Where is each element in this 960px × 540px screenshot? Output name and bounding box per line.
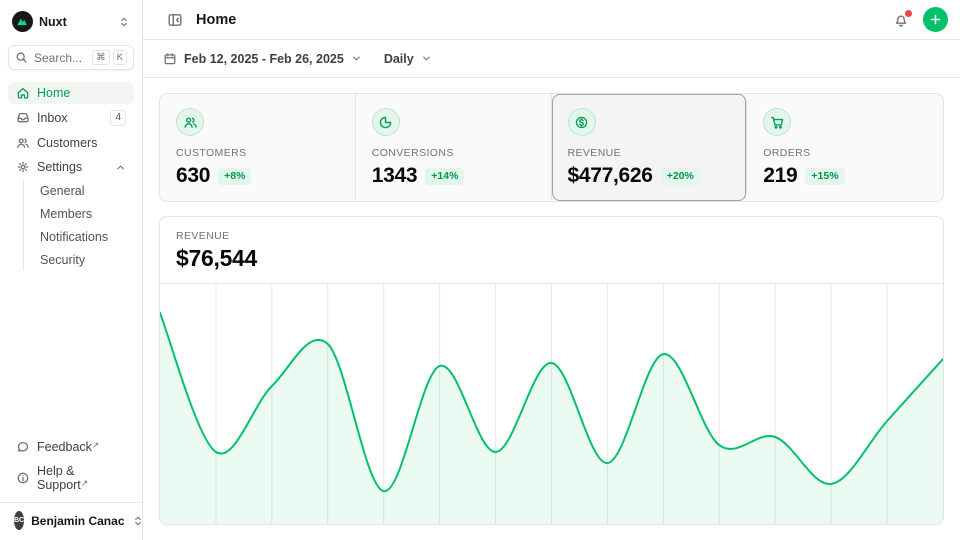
add-button[interactable] — [923, 7, 948, 32]
sidebar-item-home[interactable]: Home — [8, 82, 134, 104]
chevron-down-icon — [351, 53, 362, 64]
stat-card-conversions[interactable]: CONVERSIONS 1343 +14% — [356, 94, 552, 201]
kbd-cmd: ⌘ — [92, 50, 110, 65]
user-name: Benjamin Canac — [31, 514, 124, 528]
calendar-icon — [163, 52, 177, 66]
users-icon — [16, 136, 30, 150]
sidebar-item-label: Customers — [37, 136, 126, 150]
chart-value: $76,544 — [176, 245, 927, 272]
sidebar: Nuxt Search... ⌘K Home — [0, 0, 143, 540]
stat-delta-badge: +8% — [218, 168, 251, 185]
info-icon — [16, 471, 30, 485]
revenue-area-chart[interactable] — [160, 283, 943, 525]
stat-value: 630 — [176, 164, 210, 188]
sidebar-item-inbox[interactable]: Inbox 4 — [8, 106, 134, 130]
user-menu[interactable]: BC Benjamin Canac — [8, 503, 134, 540]
search-placeholder: Search... — [34, 51, 86, 65]
stat-card-customers[interactable]: CUSTOMERS 630 +8% — [160, 94, 356, 201]
sidebar-item-settings[interactable]: Settings — [8, 156, 134, 178]
shopping-cart-icon — [763, 108, 791, 136]
sidebar-item-general[interactable]: General — [26, 180, 134, 201]
collapse-sidebar-button[interactable] — [163, 8, 187, 32]
inbox-count-badge: 4 — [110, 110, 126, 126]
topbar: Home — [143, 0, 960, 40]
revenue-chart[interactable]: 14 Feb16 Feb18 Feb20 Feb22 Feb24 Feb — [160, 283, 943, 525]
gear-icon — [16, 160, 30, 174]
stat-value: 1343 — [372, 164, 418, 188]
users-icon — [176, 108, 204, 136]
granularity-select[interactable]: Daily — [384, 52, 432, 66]
stat-label: ORDERS — [763, 147, 927, 159]
sidebar-item-label: Home — [37, 86, 126, 100]
chevron-up-icon — [115, 162, 126, 173]
nuxt-logo — [12, 11, 33, 32]
panel-left-close-icon — [167, 12, 183, 28]
search-input[interactable]: Search... ⌘K — [8, 45, 134, 70]
avatar: BC — [14, 511, 24, 530]
main-panel: Home Fe — [143, 0, 960, 540]
home-icon — [16, 86, 30, 100]
inbox-icon — [16, 111, 30, 125]
workspace-name: Nuxt — [39, 15, 112, 29]
chart-label: REVENUE — [176, 230, 927, 242]
notifications-button[interactable] — [889, 8, 913, 32]
chevron-down-icon — [421, 53, 432, 64]
help-support-link[interactable]: Help & Support↗ — [8, 460, 134, 496]
sidebar-nav: Home Inbox 4 Customers — [8, 82, 134, 272]
stat-card-orders[interactable]: ORDERS 219 +15% — [747, 94, 943, 201]
stat-delta-badge: +15% — [805, 168, 844, 185]
toolbar: Feb 12, 2025 - Feb 26, 2025 Daily — [143, 40, 960, 78]
feedback-label: Feedback↗ — [37, 440, 126, 454]
help-support-label: Help & Support↗ — [37, 464, 126, 492]
kbd-k: K — [113, 50, 127, 65]
external-link-icon: ↗ — [81, 478, 89, 488]
feedback-link[interactable]: Feedback↗ — [8, 436, 134, 458]
stat-delta-badge: +20% — [661, 168, 700, 185]
external-link-icon: ↗ — [92, 440, 100, 450]
date-range-picker[interactable]: Feb 12, 2025 - Feb 26, 2025 — [163, 52, 362, 66]
pie-chart-icon — [372, 108, 400, 136]
settings-subnav: General Members Notifications Security — [23, 180, 134, 270]
sidebar-item-label: Settings — [37, 160, 108, 174]
circle-dollar-icon — [568, 108, 596, 136]
page-title: Home — [196, 12, 236, 28]
notification-dot — [905, 10, 912, 17]
sidebar-item-members[interactable]: Members — [26, 203, 134, 224]
revenue-chart-card: REVENUE $76,544 14 Feb16 Feb18 Feb20 Feb… — [159, 216, 944, 525]
sidebar-item-security[interactable]: Security — [26, 249, 134, 270]
stat-card-revenue[interactable]: REVENUE $477,626 +20% — [552, 94, 748, 201]
granularity-label: Daily — [384, 52, 414, 66]
sidebar-item-notifications[interactable]: Notifications — [26, 226, 134, 247]
chevrons-up-down-icon — [132, 515, 144, 527]
stat-label: CUSTOMERS — [176, 147, 339, 159]
sidebar-item-label: Inbox — [37, 111, 103, 125]
workspace-switcher[interactable]: Nuxt — [8, 8, 134, 35]
stat-label: REVENUE — [568, 147, 731, 159]
stat-label: CONVERSIONS — [372, 147, 535, 159]
search-icon — [15, 51, 28, 64]
plus-icon — [929, 13, 942, 26]
sidebar-item-customers[interactable]: Customers — [8, 132, 134, 154]
stat-delta-badge: +14% — [425, 168, 464, 185]
stats-row: CUSTOMERS 630 +8% CONVERSIONS 1343 +14% — [159, 93, 944, 202]
content: CUSTOMERS 630 +8% CONVERSIONS 1343 +14% — [143, 78, 960, 540]
stat-value: $477,626 — [568, 164, 653, 188]
date-range-label: Feb 12, 2025 - Feb 26, 2025 — [184, 52, 344, 66]
search-kbd: ⌘K — [92, 50, 127, 65]
stat-value: 219 — [763, 164, 797, 188]
message-icon — [16, 440, 30, 454]
chevrons-up-down-icon — [118, 16, 130, 28]
